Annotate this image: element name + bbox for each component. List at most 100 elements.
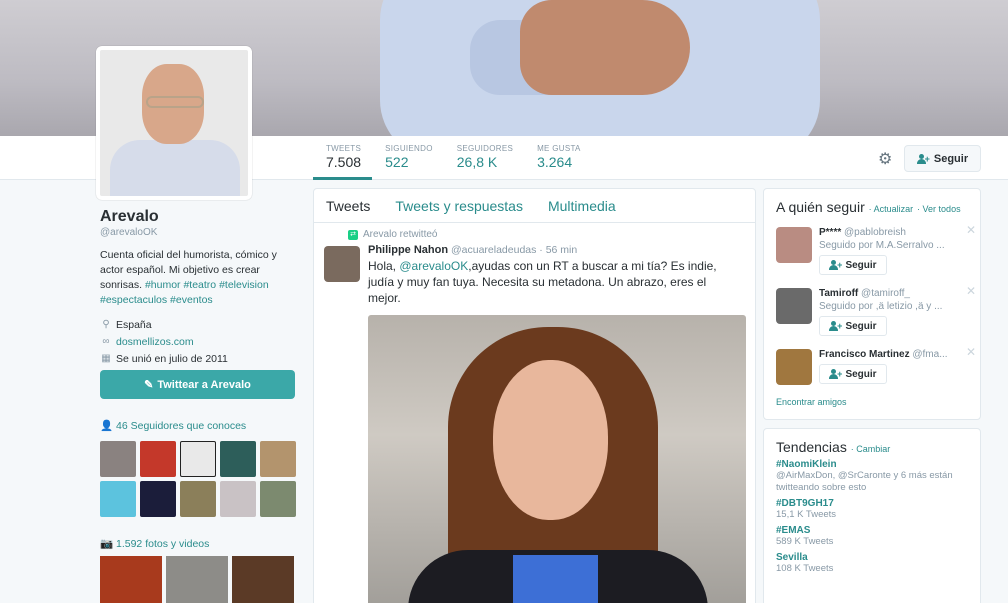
follower-avatar[interactable]: [100, 481, 136, 517]
add-user-icon: +: [829, 321, 842, 331]
tweet-author-name[interactable]: Philippe Nahon: [368, 244, 448, 256]
compose-icon: ✎: [144, 379, 154, 391]
tweet-time[interactable]: · 56 min: [539, 244, 577, 256]
follower-avatar[interactable]: [220, 481, 256, 517]
suggestion-name: Tamiroff: [819, 288, 859, 299]
profile-bio: Cuenta oficial del humorista, cómico y a…: [100, 248, 300, 308]
stat-followers[interactable]: SEGUIDORES 26,8 K: [444, 136, 524, 180]
stat-following[interactable]: SIGUIENDO 522: [372, 136, 444, 180]
photos-videos-link[interactable]: 📷 1.592 fotos y videos: [100, 537, 209, 550]
close-icon[interactable]: ✕: [966, 345, 976, 359]
tab-media[interactable]: Multimedia: [548, 198, 616, 214]
refresh-link[interactable]: · Actualizar: [869, 204, 914, 214]
tweet-author-handle[interactable]: @acuareladeudas: [451, 244, 536, 256]
trends-module: Tendencias · Cambiar #NaomiKlein @AirMax…: [763, 428, 981, 603]
suggestion-follow-button[interactable]: + Seguir: [819, 364, 887, 384]
trend-tag: #EMAS: [776, 525, 811, 536]
profile-sidebar: Arevalo @arevaloOK Cuenta oficial del hu…: [100, 208, 300, 367]
view-all-link[interactable]: · Ver todos: [917, 204, 961, 214]
suggestion-name-line[interactable]: Tamiroff @tamiroff_: [819, 288, 954, 299]
follower-avatar[interactable]: [220, 441, 256, 477]
photo-face-shape: [493, 360, 608, 520]
tweet-text: Hola, @arevaloOK,ayudas con un RT a busc…: [368, 258, 738, 306]
profile-name[interactable]: Arevalo: [100, 208, 300, 226]
profile-website[interactable]: ∞ dosmellizos.com: [100, 333, 300, 350]
follow-button[interactable]: + Seguir: [904, 145, 981, 172]
joined-text: Se unió en julio de 2011: [116, 352, 228, 365]
calendar-icon: ▦: [101, 353, 111, 364]
suggestion-name-line[interactable]: Francisco Martinez @fma...: [819, 349, 954, 360]
follower-avatar[interactable]: [260, 481, 296, 517]
stat-value: 3.264: [537, 154, 573, 170]
close-icon[interactable]: ✕: [966, 223, 976, 237]
location-text: España: [116, 318, 152, 331]
tweet-to-button[interactable]: ✎ Twittear a Arevalo: [100, 370, 295, 399]
suggestion-name: Francisco Martinez: [819, 349, 910, 360]
follower-avatar[interactable]: [140, 481, 176, 517]
follower-avatar[interactable]: [100, 441, 136, 477]
tab-tweets-replies[interactable]: Tweets y respuestas: [395, 198, 523, 214]
stat-label: SEGUIDORES: [456, 144, 514, 153]
follower-avatar[interactable]: [180, 481, 216, 517]
follow-label: Seguir: [845, 259, 877, 271]
suggestion-avatar[interactable]: [776, 227, 812, 263]
who-to-follow-title: A quién seguir · Actualizar · Ver todos: [764, 189, 980, 215]
suggestion-handle: @tamiroff_: [861, 288, 910, 299]
change-link[interactable]: · Cambiar: [851, 444, 891, 454]
website-link[interactable]: dosmellizos.com: [116, 336, 194, 348]
gear-icon[interactable]: ⚙: [878, 149, 892, 169]
retweet-icon: ⇄: [348, 229, 358, 240]
suggestion-follow-button[interactable]: + Seguir: [819, 255, 887, 275]
profile-avatar[interactable]: [96, 46, 252, 200]
trend-item[interactable]: Sevilla 108 K Tweets: [764, 548, 980, 575]
add-user-icon: +: [829, 260, 842, 270]
tweet-author-avatar[interactable]: [324, 246, 360, 282]
stat-tweets[interactable]: TWEETS 7.508: [313, 136, 373, 180]
photo-thumbnail[interactable]: [166, 556, 228, 603]
retweet-note-text[interactable]: Arevalo retwitteó: [363, 229, 437, 240]
profile-meta: ⚲ España ∞ dosmellizos.com ▦ Se unió en jul…: [100, 316, 300, 367]
trend-item[interactable]: #NaomiKlein @AirMaxDon, @SrCaronte y 6 m…: [764, 455, 980, 494]
follower-avatar[interactable]: [180, 441, 216, 477]
camera-icon: 📷: [100, 538, 114, 550]
suggestion-followed-by: Seguido por ,ä letizio ,ä y ...: [819, 301, 943, 312]
follow-label: Seguir: [845, 368, 877, 380]
photo-thumbnail[interactable]: [232, 556, 294, 603]
close-icon[interactable]: ✕: [966, 284, 976, 298]
stat-value: 522: [385, 154, 409, 170]
trend-desc: 108 K Tweets: [776, 563, 834, 574]
retweet-note: ⇄ Arevalo retwitteó: [348, 229, 437, 240]
profile-location: ⚲ España: [100, 316, 300, 333]
find-friends-link[interactable]: Encontrar amigos: [776, 397, 847, 407]
followers-you-know-label: 46 Seguidores que conoces: [116, 420, 247, 432]
trend-tag: #DBT9GH17: [776, 498, 834, 509]
add-user-icon: +: [916, 153, 930, 164]
timeline: Tweets Tweets y respuestas Multimedia ⇄ …: [313, 188, 756, 603]
profile-handle[interactable]: @arevaloOK: [100, 227, 300, 238]
trend-item[interactable]: #EMAS 589 K Tweets: [764, 521, 980, 548]
who-to-follow-heading: A quién seguir: [776, 199, 865, 215]
follower-avatar[interactable]: [140, 441, 176, 477]
add-user-icon: +: [829, 369, 842, 379]
followers-you-know-link[interactable]: 👤 46 Seguidores que conoces: [100, 419, 246, 432]
trend-tag: Sevilla: [776, 552, 808, 563]
suggestion-follow-button[interactable]: + Seguir: [819, 316, 887, 336]
suggestion-name: P****: [819, 227, 842, 238]
photo-top-shape: [513, 555, 598, 603]
follow-button-label: Seguir: [933, 152, 969, 165]
follower-avatar[interactable]: [260, 441, 296, 477]
stat-likes[interactable]: ME GUSTA 3.264: [524, 136, 592, 180]
tweet-mention[interactable]: @arevaloOK: [399, 259, 468, 273]
person-icon: 👤: [100, 420, 114, 432]
suggestion-name-line[interactable]: P**** @pablobreish: [819, 227, 954, 238]
trends-heading: Tendencias: [776, 439, 847, 455]
suggestion-avatar[interactable]: [776, 349, 812, 385]
tweet-media-photo[interactable]: [368, 315, 746, 603]
suggestion-handle: @fma...: [912, 349, 948, 360]
suggestion-avatar[interactable]: [776, 288, 812, 324]
trend-item[interactable]: #DBT9GH17 15,1 K Tweets: [764, 494, 980, 521]
who-to-follow-module: A quién seguir · Actualizar · Ver todos …: [763, 188, 981, 420]
photo-thumbnail[interactable]: [100, 556, 162, 603]
stat-label: ME GUSTA: [537, 144, 581, 153]
tab-tweets[interactable]: Tweets: [326, 198, 370, 214]
